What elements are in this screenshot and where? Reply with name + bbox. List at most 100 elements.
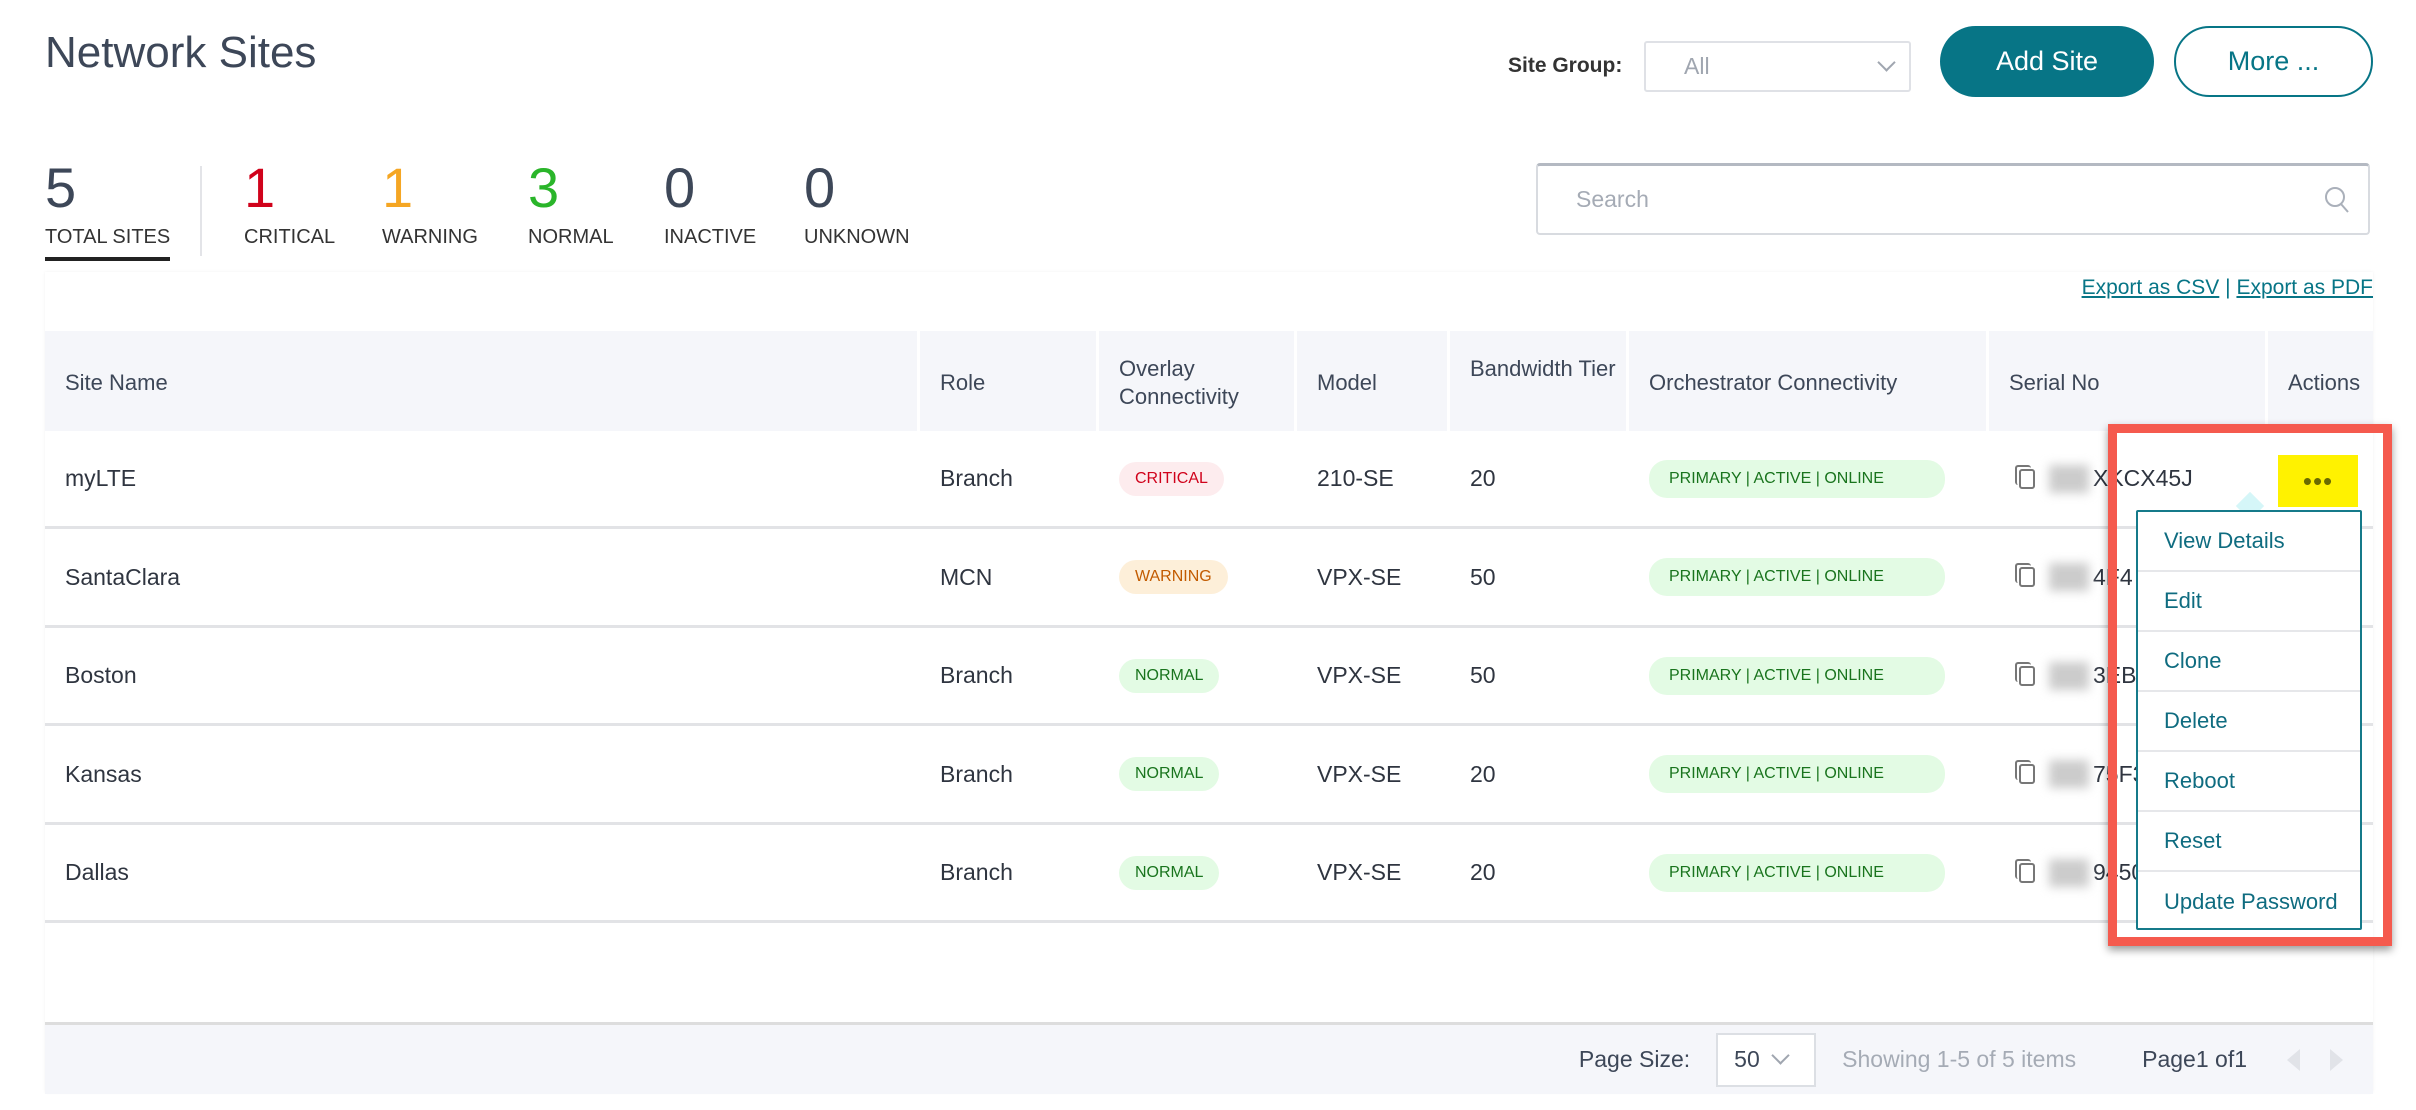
copy-icon[interactable]: [2015, 464, 2035, 489]
redacted: [2049, 661, 2089, 690]
site-name[interactable]: myLTE: [45, 431, 920, 526]
page-title: Network Sites: [45, 28, 317, 77]
site-name[interactable]: Kansas: [45, 727, 920, 822]
prev-page-icon[interactable]: [2287, 1048, 2300, 1071]
column-header[interactable]: Orchestrator Connectivity: [1629, 331, 1986, 431]
table-footer: Page Size: 50 Showing 1-5 of 5 items Pag…: [45, 1022, 2373, 1094]
export-csv-link[interactable]: Export as CSV: [2082, 276, 2220, 299]
actions-menu: View Details Edit Clone Delete Reboot Reset Up…: [2136, 510, 2362, 930]
page-size-select[interactable]: 50: [1716, 1032, 1817, 1087]
row-actions-button[interactable]: •••: [2278, 455, 2358, 507]
showing-count: Showing 1-5 of 5 items: [1842, 1046, 2077, 1072]
role: Branch: [940, 465, 1013, 491]
column-header[interactable]: Actions: [2268, 331, 2373, 431]
stat-value: 1: [244, 156, 276, 219]
model: VPX-SE: [1317, 760, 1402, 787]
stat-label: CRITICAL: [244, 226, 336, 248]
redacted: [2049, 858, 2089, 887]
copy-icon[interactable]: [2015, 858, 2035, 883]
copy-icon[interactable]: [2015, 760, 2035, 784]
bandwidth-tier: 50: [1470, 662, 1496, 688]
more-button[interactable]: More ...: [2174, 26, 2373, 97]
stat-total-sites[interactable]: 5 TOTAL SITES: [45, 158, 171, 261]
stat-label: WARNING: [382, 226, 478, 248]
status-badge: NORMAL: [1119, 855, 1220, 890]
search-input[interactable]: Search: [1536, 163, 2370, 235]
status-badge: CRITICAL: [1119, 461, 1224, 496]
orchestrator-badge: PRIMARY | ACTIVE | ONLINE: [1649, 558, 1945, 596]
table-row[interactable]: SantaClara MCN WARNING VPX-SE 50 PRIMARY…: [45, 530, 2373, 628]
copy-icon[interactable]: [2015, 563, 2035, 587]
menu-item-reboot[interactable]: Reboot: [2138, 752, 2360, 812]
chevron-down-icon: [1877, 53, 1896, 72]
status-badge: NORMAL: [1119, 757, 1220, 791]
column-header[interactable]: Site Name: [45, 331, 917, 431]
model: VPX-SE: [1317, 563, 1402, 590]
site-group-label: Site Group:: [1508, 54, 1623, 77]
stat-label: UNKNOWN: [804, 226, 910, 248]
chevron-down-icon: [1771, 1046, 1790, 1065]
menu-item-delete[interactable]: Delete: [2138, 692, 2360, 752]
column-header[interactable]: Model: [1297, 331, 1447, 431]
bandwidth-tier: 20: [1470, 760, 1496, 787]
copy-icon[interactable]: [2015, 661, 2035, 686]
page-size-label: Page Size:: [1578, 1046, 1691, 1072]
orchestrator-badge: PRIMARY | ACTIVE | ONLINE: [1649, 853, 1945, 892]
site-group-value: All: [1684, 53, 1710, 79]
role: Branch: [940, 662, 1013, 688]
table-header: Site Name Role Overlay Connectivity Model Ba…: [45, 331, 2373, 431]
column-header[interactable]: Overlay Connectivity: [1099, 331, 1294, 431]
role: MCN: [940, 563, 993, 590]
stat-label: TOTAL SITES: [45, 226, 171, 261]
role: Branch: [940, 760, 1013, 787]
stat-critical[interactable]: 1 CRITICAL: [244, 158, 335, 249]
search-icon: [2325, 186, 2349, 213]
site-name[interactable]: Dallas: [45, 825, 920, 920]
menu-item-edit[interactable]: Edit: [2138, 572, 2360, 632]
menu-item-reset[interactable]: Reset: [2138, 812, 2360, 872]
site-name[interactable]: Boston: [45, 628, 920, 723]
redacted: [2049, 563, 2089, 591]
table-row[interactable]: Kansas Branch NORMAL VPX-SE 20 PRIMARY |…: [45, 727, 2373, 825]
table-row[interactable]: myLTE Branch CRITICAL 210-SE 20 PRIMARY …: [45, 431, 2373, 529]
column-header[interactable]: Role: [920, 331, 1096, 431]
site-name[interactable]: SantaClara: [45, 530, 920, 625]
table-row[interactable]: Boston Branch NORMAL VPX-SE 50 PRIMARY |…: [45, 628, 2373, 726]
stat-value: 0: [804, 156, 836, 219]
site-group-select[interactable]: All: [1644, 41, 1911, 92]
orchestrator-badge: PRIMARY | ACTIVE | ONLINE: [1649, 656, 1945, 695]
search-placeholder: Search: [1576, 186, 1649, 212]
bandwidth-tier: 50: [1470, 563, 1496, 590]
menu-item-clone[interactable]: Clone: [2138, 632, 2360, 692]
menu-item-view-details[interactable]: View Details: [2138, 512, 2360, 572]
separator: |: [2225, 276, 2231, 299]
column-header[interactable]: Bandwidth Tier: [1450, 331, 1626, 431]
stat-value: 3: [528, 156, 560, 219]
model: VPX-SE: [1317, 859, 1402, 885]
status-badge: WARNING: [1119, 560, 1228, 594]
orchestrator-badge: PRIMARY | ACTIVE | ONLINE: [1649, 755, 1945, 793]
stat-label: INACTIVE: [664, 226, 757, 248]
stat-value: 1: [382, 156, 414, 219]
add-site-button[interactable]: Add Site: [1940, 26, 2154, 97]
status-badge: NORMAL: [1119, 658, 1220, 693]
export-links: Export as CSV | Export as PDF: [2082, 276, 2373, 300]
stat-warning[interactable]: 1 WARNING: [382, 158, 478, 249]
stat-normal[interactable]: 3 NORMAL: [528, 158, 614, 249]
column-header[interactable]: Serial No: [1989, 331, 2265, 431]
stat-inactive[interactable]: 0 INACTIVE: [664, 158, 756, 249]
next-page-icon[interactable]: [2330, 1048, 2343, 1071]
page-size-value: 50: [1734, 1046, 1760, 1072]
menu-item-update-password[interactable]: Update Password: [2138, 872, 2360, 932]
table-row[interactable]: Dallas Branch NORMAL VPX-SE 20 PRIMARY |…: [45, 825, 2373, 923]
divider: [200, 166, 202, 256]
stat-label: NORMAL: [528, 226, 614, 248]
stat-unknown[interactable]: 0 UNKNOWN: [804, 158, 910, 249]
redacted: [2049, 760, 2089, 788]
stat-value: 0: [664, 156, 696, 219]
redacted: [2049, 464, 2089, 493]
model: 210-SE: [1317, 465, 1394, 491]
orchestrator-badge: PRIMARY | ACTIVE | ONLINE: [1649, 459, 1945, 498]
page-indicator: Page1 of1: [2142, 1046, 2247, 1072]
export-pdf-link[interactable]: Export as PDF: [2236, 276, 2373, 299]
